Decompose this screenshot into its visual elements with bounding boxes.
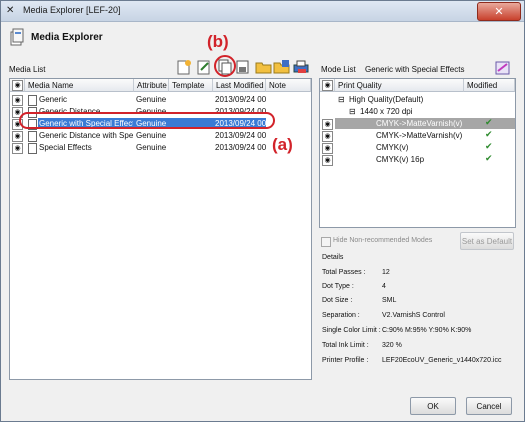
tree-row[interactable]: ⊟ 1440 x 720 dpi: [320, 106, 515, 117]
mode-settings-icon[interactable]: [494, 60, 512, 76]
save-icon[interactable]: [273, 59, 291, 75]
annotation-b: (b): [207, 32, 229, 51]
open-folder-icon[interactable]: [255, 59, 273, 75]
eye-icon[interactable]: ◉: [322, 131, 333, 142]
mode-row[interactable]: ◉ CMYK->MatteVarnish(v) ✔: [320, 130, 515, 142]
eye-icon[interactable]: ◉: [322, 155, 333, 166]
media-last-modified: 2013/09/24 00:: [215, 143, 266, 152]
mode-list-label: Mode List: [321, 65, 356, 74]
annotation-a: (a): [272, 135, 293, 154]
mode-text: 1440 x 720 dpi: [360, 107, 413, 116]
delete-media-icon[interactable]: [234, 59, 252, 75]
detail-label: Separation :: [322, 312, 360, 319]
check-icon: ✔: [485, 118, 493, 128]
tree-toggle[interactable]: ⊟: [349, 106, 359, 117]
detail-value: V2.VarnishS Control: [382, 312, 445, 319]
detail-value: SML: [382, 297, 397, 304]
mode-row-selected[interactable]: ◉ CMYK->MatteVarnish(v) ✔: [320, 118, 515, 130]
details-heading: Details: [322, 254, 344, 261]
detail-label: Total Passes :: [322, 269, 366, 276]
column-print-quality[interactable]: Print Quality: [335, 79, 464, 92]
detail-label: Total Ink Limit :: [322, 342, 369, 349]
detail-value: 12: [382, 269, 390, 276]
eye-column-header[interactable]: ◉: [320, 79, 335, 92]
print-icon[interactable]: [292, 59, 310, 75]
page-title: Media Explorer: [31, 32, 103, 43]
detail-label: Dot Size :: [322, 297, 353, 304]
mode-text: High Quality(Default): [349, 95, 424, 104]
window-title: Media Explorer [LEF-20]: [23, 5, 121, 15]
detail-label: Dot Type :: [322, 283, 354, 290]
media-list-label: Media List: [9, 65, 46, 74]
media-last-modified: 2013/09/24 00:: [215, 131, 266, 140]
detail-value: LEF20EcoUV_Generic_v1440x720.icc: [382, 357, 502, 364]
eye-icon[interactable]: ◉: [322, 119, 333, 130]
column-template[interactable]: Template: [169, 79, 213, 92]
column-media-name[interactable]: Media Name: [25, 79, 134, 92]
tree-row[interactable]: ⊟ High Quality(Default): [320, 94, 515, 105]
media-attribute: Genuine: [136, 95, 167, 104]
set-as-default-button[interactable]: Set as Default: [460, 232, 514, 250]
cancel-button[interactable]: Cancel: [466, 397, 512, 415]
eye-column-header[interactable]: ◉: [10, 79, 25, 92]
document-icon: [28, 95, 37, 106]
mode-text: CMYK(v): [376, 143, 409, 152]
tree-toggle[interactable]: ⊟: [338, 94, 348, 105]
table-row[interactable]: ◉ Generic Genuine 2013/09/24 00:: [10, 94, 311, 106]
hide-non-recommended-label: Hide Non-recommended Modes: [333, 237, 433, 244]
selected-row-highlight: [19, 112, 275, 129]
column-modified[interactable]: Modified: [464, 79, 515, 92]
eye-icon[interactable]: ◉: [12, 143, 23, 154]
media-last-modified: 2013/09/24 00:: [215, 95, 266, 104]
ok-button[interactable]: OK: [410, 397, 456, 415]
check-icon: ✔: [485, 130, 493, 140]
edit-media-icon[interactable]: [195, 59, 213, 75]
close-button[interactable]: ✕: [477, 2, 521, 21]
media-name: Generic: [39, 95, 68, 104]
hide-non-recommended-checkbox[interactable]: [321, 237, 331, 247]
title-bar[interactable]: ✕ Media Explorer [LEF-20] ✕: [1, 1, 524, 22]
eye-icon: ◉: [12, 80, 23, 91]
eye-icon[interactable]: ◉: [322, 143, 333, 154]
detail-value: 4: [382, 283, 386, 290]
document-icon: [28, 131, 37, 142]
app-icon: ✕: [6, 5, 15, 16]
mode-list-table[interactable]: ◉ Print Quality Modified ⊟ High Quality(…: [319, 78, 516, 228]
column-note[interactable]: Note: [266, 79, 311, 92]
detail-value: C:90% M:95% Y:90% K:90%: [382, 327, 472, 334]
mode-text: CMYK->MatteVarnish(v): [376, 131, 463, 140]
copy-button-highlight: [214, 55, 236, 77]
mode-row[interactable]: ◉ CMYK(v) 16p ✔: [320, 154, 515, 166]
media-name: Generic Distance with Spec: [39, 131, 133, 140]
detail-label: Printer Profile :: [322, 357, 369, 364]
mode-list-value: Generic with Special Effects: [365, 65, 465, 74]
eye-icon[interactable]: ◉: [12, 131, 23, 142]
mode-text: CMYK(v) 16p: [376, 155, 425, 164]
media-explorer-icon: [9, 28, 25, 46]
mode-text: CMYK->MatteVarnish(v): [376, 119, 463, 128]
table-row[interactable]: ◉ Generic Distance with Spec Genuine 201…: [10, 130, 311, 142]
detail-label: Single Color Limit :: [322, 327, 381, 334]
check-icon: ✔: [485, 154, 493, 164]
document-icon: [28, 143, 37, 154]
column-last-modified[interactable]: Last Modified: [213, 79, 266, 92]
media-explorer-window: ✕ Media Explorer [LEF-20] ✕ Media Explor…: [0, 0, 525, 422]
detail-value: 320 %: [382, 342, 402, 349]
new-media-icon[interactable]: [175, 59, 193, 75]
mode-row[interactable]: ◉ CMYK(v) ✔: [320, 142, 515, 154]
table-row[interactable]: ◉ Special Effects Genuine 2013/09/24 00:: [10, 142, 311, 154]
media-attribute: Genuine: [136, 131, 167, 140]
media-name: Special Effects: [39, 143, 92, 152]
media-attribute: Genuine: [136, 143, 167, 152]
eye-icon[interactable]: ◉: [12, 95, 23, 106]
eye-icon: ◉: [322, 80, 333, 91]
column-attribute[interactable]: Attribute: [134, 79, 169, 92]
check-icon: ✔: [485, 142, 493, 152]
